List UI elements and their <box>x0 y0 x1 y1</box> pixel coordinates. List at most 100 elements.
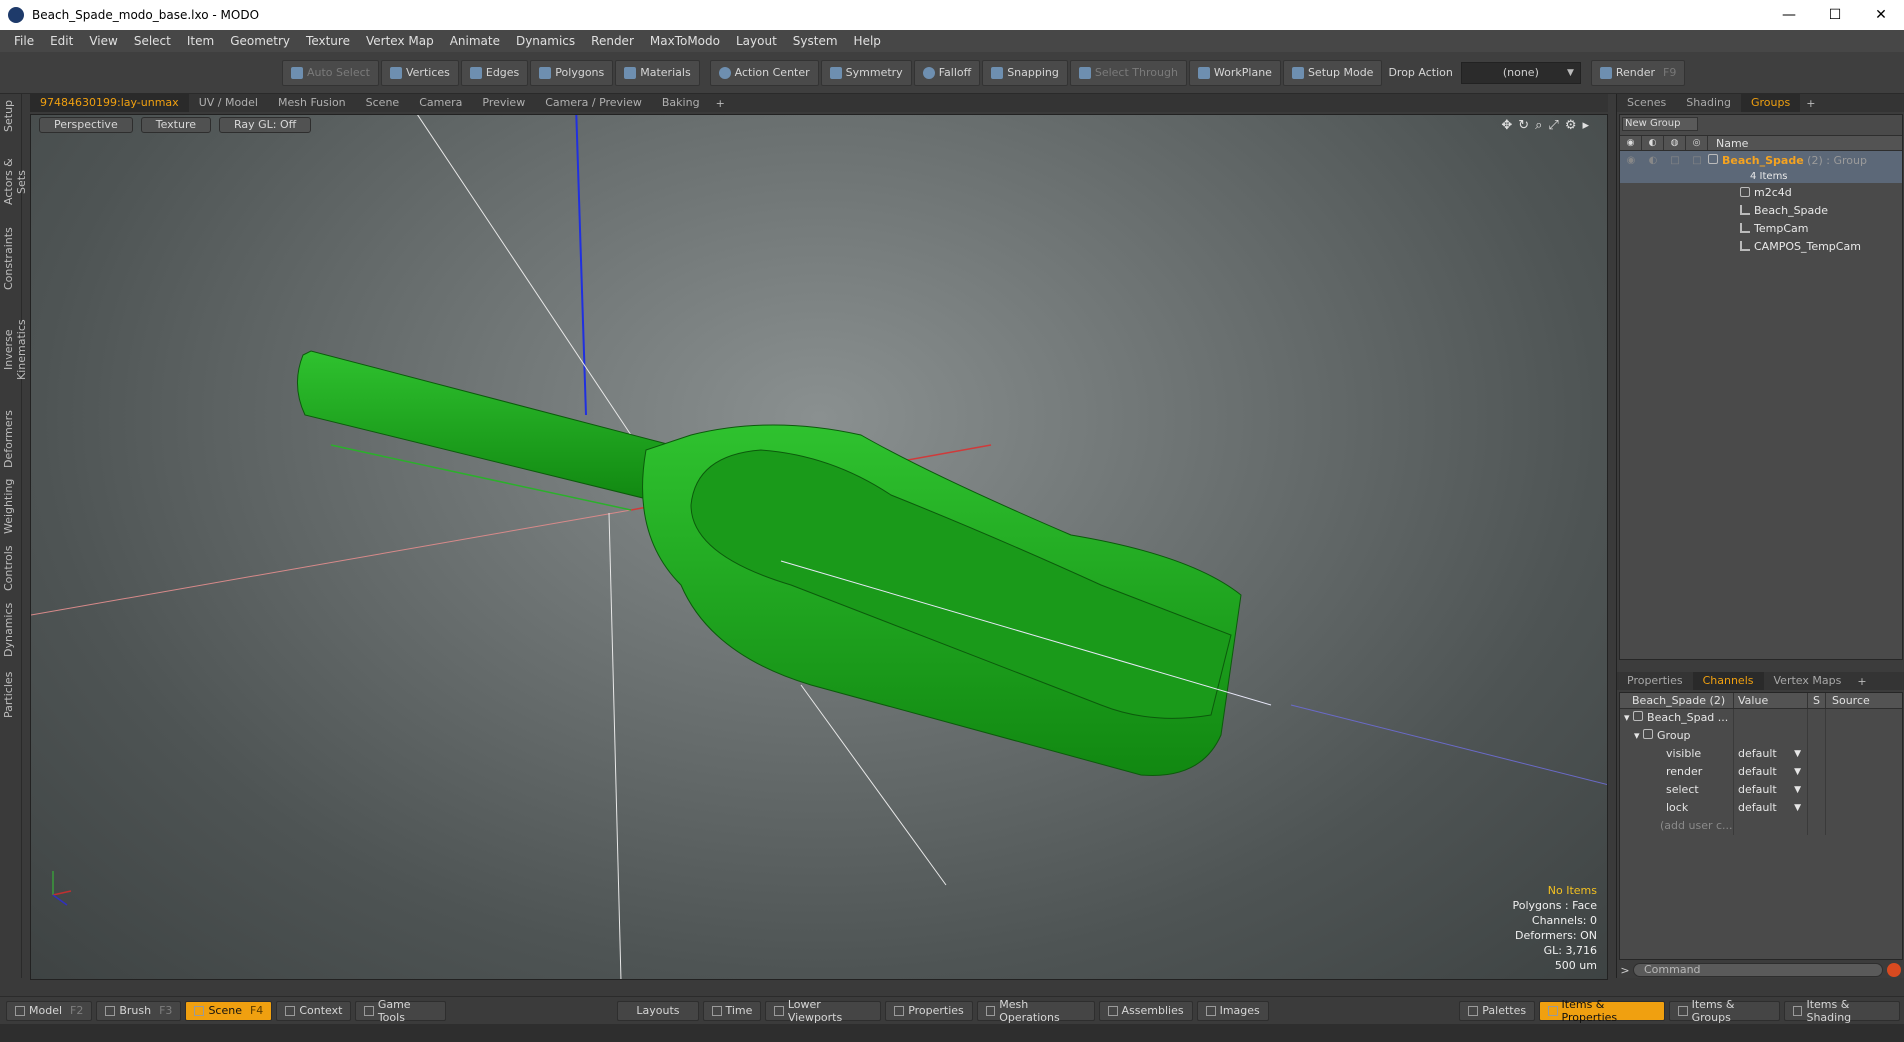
close-button[interactable]: ✕ <box>1858 0 1904 30</box>
channel-root-row[interactable]: ▾ Beach_Spad ... <box>1620 709 1902 727</box>
mesh-operations-button[interactable]: Mesh Operations <box>976 998 1095 1024</box>
rotate-icon[interactable]: ↻ <box>1518 118 1529 133</box>
tab-camera-preview[interactable]: Camera / Preview <box>535 94 652 112</box>
select-toggle-icon[interactable]: □ <box>1686 155 1708 166</box>
scene-layout-button[interactable]: Scene F4 <box>185 1000 273 1021</box>
polygons-button[interactable]: Polygons <box>530 59 614 86</box>
palettes-button[interactable]: Palettes <box>1459 1000 1536 1021</box>
table-row[interactable]: visible default ▼ <box>1620 745 1902 763</box>
lower-viewports-button[interactable]: Lower Viewports <box>765 998 882 1024</box>
tab-scene[interactable]: Scene <box>356 94 410 112</box>
raygl-button[interactable]: Ray GL: Off <box>219 117 312 133</box>
materials-button[interactable]: Materials <box>615 59 700 86</box>
maximize-button[interactable]: ☐ <box>1812 0 1858 30</box>
table-row[interactable]: render default ▼ <box>1620 763 1902 781</box>
pan-icon[interactable]: ✥ <box>1501 118 1512 133</box>
drop-action-select[interactable]: (none) ▼ <box>1460 61 1581 84</box>
expand-icon[interactable]: ▾ <box>1624 711 1633 724</box>
tab-preview[interactable]: Preview <box>472 94 535 112</box>
auto-select-button[interactable]: Auto Select <box>282 59 379 86</box>
lock-icon[interactable]: ◍ <box>1664 136 1686 150</box>
menu-geometry[interactable]: Geometry <box>222 30 298 52</box>
menu-maxtomodo[interactable]: MaxToModo <box>642 30 728 52</box>
tab-camera[interactable]: Camera <box>409 94 472 112</box>
menu-vertex-map[interactable]: Vertex Map <box>358 30 442 52</box>
setup-mode-button[interactable]: Setup Mode <box>1282 59 1383 86</box>
rail-tab-dynamics[interactable]: Dynamics <box>2 602 20 658</box>
group-row-root[interactable]: ◉ ◐ □ □ Beach_Spade (2) : Group <box>1620 151 1902 169</box>
model-layout-button[interactable]: Model F2 <box>6 1000 93 1021</box>
list-item[interactable]: m2c4d <box>1620 183 1902 201</box>
layouts-button[interactable]: Layouts <box>617 1000 699 1021</box>
menu-edit[interactable]: Edit <box>42 30 81 52</box>
list-item[interactable]: Beach_Spade <box>1620 201 1902 219</box>
rail-tab-inverse-kinematics[interactable]: Inverse Kinematics <box>2 300 28 400</box>
menu-layout[interactable]: Layout <box>728 30 785 52</box>
rail-tab-controls[interactable]: Controls <box>2 544 20 592</box>
tab-shading[interactable]: Shading <box>1676 94 1741 112</box>
menu-file[interactable]: File <box>6 30 42 52</box>
3d-viewport[interactable]: Perspective Texture Ray GL: Off ✥ ↻ ⌕ ⤢ … <box>30 114 1608 980</box>
new-group-button[interactable]: New Group <box>1622 117 1698 131</box>
assemblies-button[interactable]: Assemblies <box>1098 1000 1193 1021</box>
command-record-icon[interactable] <box>1887 963 1901 977</box>
command-input[interactable]: Command <box>1633 963 1883 977</box>
eye-icon[interactable]: ◉ <box>1620 136 1642 150</box>
snapping-button[interactable]: Snapping <box>982 59 1068 86</box>
falloff-button[interactable]: Falloff <box>913 59 981 86</box>
workplane-button[interactable]: WorkPlane <box>1188 59 1281 86</box>
eye-icon[interactable]: ◉ <box>1620 155 1642 166</box>
channel-value-select[interactable]: default ▼ <box>1734 781 1808 799</box>
properties-button[interactable]: Properties <box>885 1000 973 1021</box>
lock-icon[interactable]: □ <box>1664 155 1686 166</box>
tab-scenes[interactable]: Scenes <box>1617 94 1676 112</box>
images-button[interactable]: Images <box>1196 1000 1269 1021</box>
brush-layout-button[interactable]: Brush F3 <box>96 1000 182 1021</box>
tab-mesh-fusion[interactable]: Mesh Fusion <box>268 94 356 112</box>
channel-value-select[interactable]: default ▼ <box>1734 763 1808 781</box>
view-mode-button[interactable]: Perspective <box>39 117 133 133</box>
channel-value-select[interactable]: default ▼ <box>1734 799 1808 817</box>
render-toggle-icon[interactable]: ◐ <box>1642 136 1664 150</box>
arrow-right-icon[interactable]: ▸ <box>1582 118 1589 133</box>
vertices-button[interactable]: Vertices <box>380 59 459 86</box>
select-toggle-icon[interactable]: ◎ <box>1686 136 1708 150</box>
zoom-icon[interactable]: ⌕ <box>1535 118 1542 133</box>
select-through-button[interactable]: Select Through <box>1069 59 1187 86</box>
add-channel-tab-button[interactable]: + <box>1851 675 1872 688</box>
rail-tab-weighting[interactable]: Weighting <box>2 478 20 534</box>
channel-value-select[interactable]: default ▼ <box>1734 745 1808 763</box>
items-groups-button[interactable]: Items & Groups <box>1669 998 1781 1024</box>
menu-animate[interactable]: Animate <box>442 30 508 52</box>
game-tools-layout-button[interactable]: Game Tools <box>355 998 446 1024</box>
gear-icon[interactable]: ⚙ <box>1565 118 1577 133</box>
add-user-channel-row[interactable]: (add user c... <box>1620 817 1902 835</box>
channel-group-row[interactable]: ▾ Group <box>1620 727 1902 745</box>
tab-vertex-maps[interactable]: Vertex Maps <box>1764 672 1852 690</box>
context-layout-button[interactable]: Context <box>276 1000 352 1021</box>
rail-tab-deformers[interactable]: Deformers <box>2 410 20 468</box>
tab-channels[interactable]: Channels <box>1692 672 1764 690</box>
maximize-view-icon[interactable]: ⤢ <box>1548 118 1558 133</box>
items-properties-button[interactable]: Items & Properties <box>1539 998 1666 1024</box>
menu-item[interactable]: Item <box>179 30 222 52</box>
rail-tab-actors-sets[interactable]: Actors & Sets <box>2 146 28 218</box>
shading-mode-button[interactable]: Texture <box>140 117 211 133</box>
rail-tab-constraints[interactable]: Constraints <box>2 227 20 290</box>
render-button[interactable]: Render F9 <box>1590 59 1686 86</box>
rail-tab-setup[interactable]: Setup <box>2 98 20 134</box>
menu-system[interactable]: System <box>785 30 846 52</box>
items-shading-button[interactable]: Items & Shading <box>1784 998 1900 1024</box>
symmetry-button[interactable]: Symmetry <box>820 59 912 86</box>
tab-baking[interactable]: Baking <box>652 94 710 112</box>
list-item[interactable]: TempCam <box>1620 219 1902 237</box>
rail-tab-particles[interactable]: Particles <box>2 668 20 722</box>
edges-button[interactable]: Edges <box>460 59 529 86</box>
table-row[interactable]: select default ▼ <box>1620 781 1902 799</box>
add-panel-tab-button[interactable]: + <box>1800 97 1821 110</box>
list-item[interactable]: CAMPOS_TempCam <box>1620 237 1902 255</box>
tab-groups[interactable]: Groups <box>1740 94 1801 112</box>
menu-render[interactable]: Render <box>583 30 642 52</box>
menu-help[interactable]: Help <box>846 30 889 52</box>
time-button[interactable]: Time <box>702 1000 762 1021</box>
